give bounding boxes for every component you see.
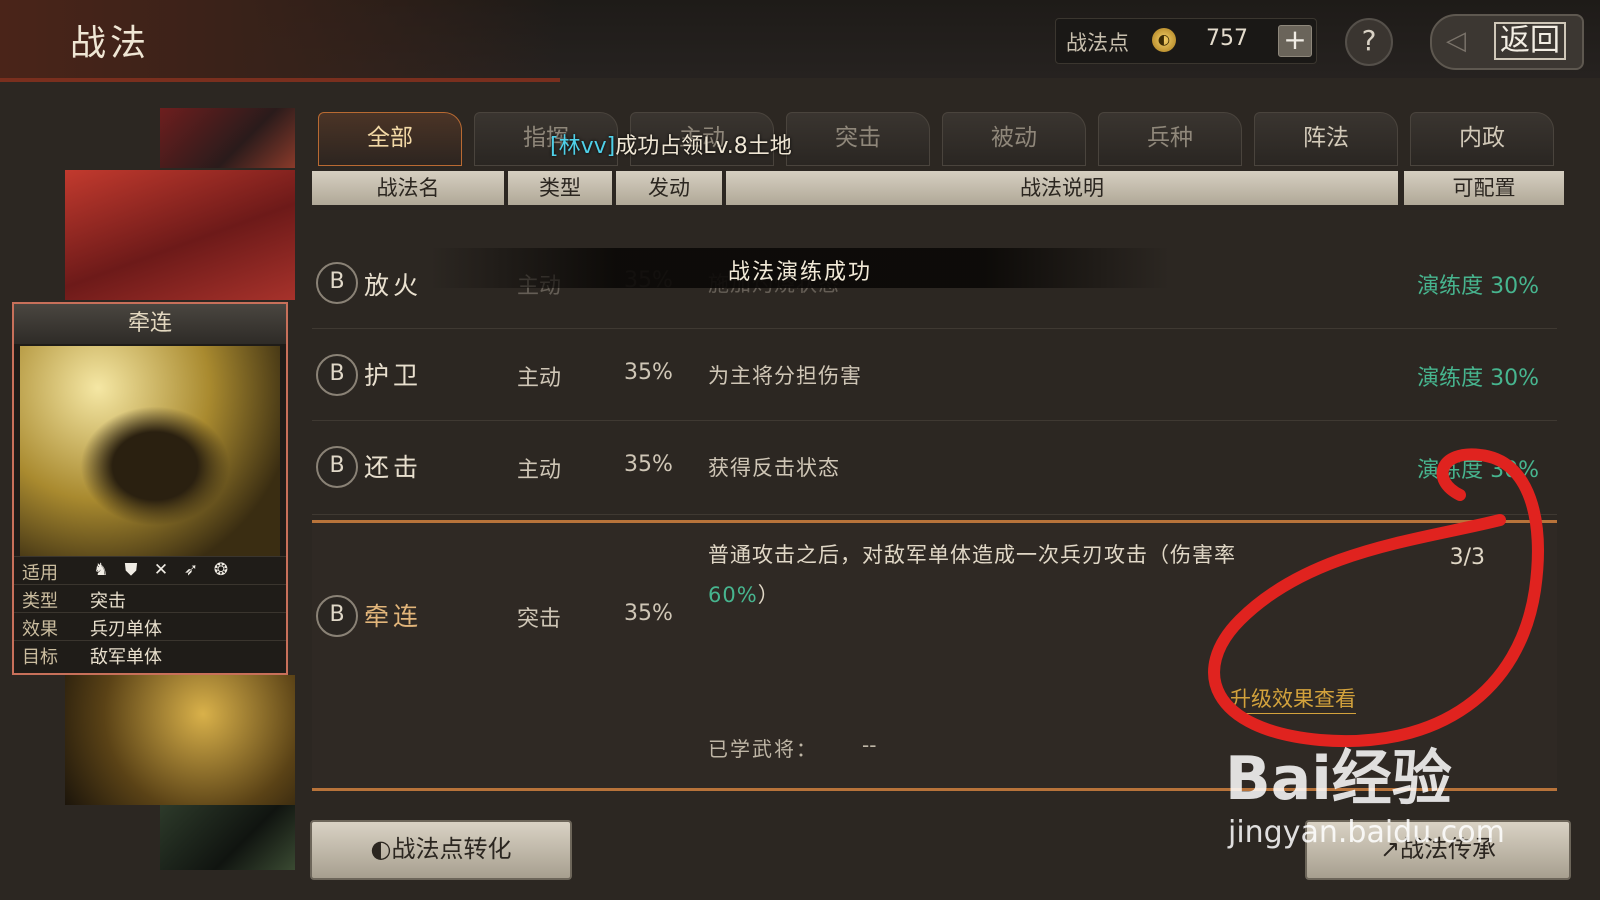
column-header-type[interactable]: 类型 bbox=[508, 171, 612, 205]
top-bar: 战法 战法点 ◐ 757 + ? ◁ 返回 bbox=[0, 0, 1600, 82]
card-key: 适用 bbox=[22, 563, 58, 584]
training-progress: 演练度 30% bbox=[1417, 366, 1539, 391]
card-row-type: 类型 突击 bbox=[14, 584, 286, 612]
skill-type: 主动 bbox=[517, 458, 562, 483]
skill-type: 主动 bbox=[517, 366, 562, 391]
back-button[interactable]: ◁ 返回 bbox=[1430, 14, 1584, 70]
crossed-spears-icon: ✕ bbox=[153, 560, 169, 580]
card-row-applicable: 适用 ♞ ⛊ ✕ ➶ ❂ bbox=[14, 556, 286, 584]
help-button[interactable]: ? bbox=[1345, 18, 1393, 66]
toast-message: 战法演练成功 bbox=[430, 248, 1170, 288]
card-row-effect: 效果 兵刃单体 bbox=[14, 612, 286, 640]
tactic-points-display: 战法点 ◐ 757 + bbox=[1055, 18, 1317, 64]
description-text: 普通攻击之后，对敌军单体造成一次兵刃攻击（伤害率 bbox=[708, 543, 1236, 567]
tactic-points-label: 战法点 bbox=[1066, 31, 1129, 55]
skill-art-thumbnail[interactable] bbox=[65, 675, 295, 805]
tab-internal[interactable]: 内政 bbox=[1410, 112, 1554, 166]
column-header-trigger[interactable]: 发动 bbox=[616, 171, 722, 205]
cavalry-icon: ♞ bbox=[93, 560, 109, 580]
learned-generals-label: 已学武将： bbox=[708, 737, 818, 761]
notification-player-tag: [林vv] bbox=[550, 134, 616, 159]
grade-badge: B bbox=[316, 262, 358, 304]
watermark-url: jingyan.baidu.com bbox=[1228, 815, 1505, 850]
card-row-target: 目标 敌军单体 bbox=[14, 640, 286, 668]
siege-wheel-icon: ❂ bbox=[213, 560, 229, 580]
column-header-name[interactable]: 战法名 bbox=[312, 171, 504, 205]
grade-badge: B bbox=[316, 446, 358, 488]
selected-skill-card: 牵连 适用 ♞ ⛊ ✕ ➶ ❂ 类型 突击 效果 兵刃单体 目标 敌军单体 bbox=[12, 302, 288, 675]
damage-rate-value: 60% bbox=[708, 583, 758, 607]
tab-assault[interactable]: 突击 bbox=[786, 112, 930, 166]
notification-text: 成功占领Lv.8土地 bbox=[615, 134, 792, 159]
training-progress: 演练度 30% bbox=[1417, 274, 1539, 299]
annotation-circle bbox=[1208, 448, 1544, 748]
tactic-point-icon: ◐ bbox=[370, 835, 392, 863]
table-row[interactable]: B 护卫 主动 35% 为主将分担伤害 演练度 30% bbox=[312, 332, 1557, 421]
description-close: ） bbox=[757, 583, 780, 607]
column-header-configurable[interactable]: 可配置 bbox=[1404, 171, 1564, 205]
skill-art-thumbnail[interactable] bbox=[160, 108, 295, 168]
back-label: 返回 bbox=[1494, 22, 1566, 60]
toast-text: 战法演练成功 bbox=[727, 260, 872, 285]
skill-illustration bbox=[20, 346, 280, 556]
tab-troop[interactable]: 兵种 bbox=[1098, 112, 1242, 166]
watermark-brand: Bai经验 bbox=[1225, 744, 1452, 814]
tab-all[interactable]: 全部 bbox=[318, 112, 462, 166]
skill-description: 获得反击状态 bbox=[708, 456, 840, 480]
skill-type: 突击 bbox=[517, 607, 562, 632]
tab-formation[interactable]: 阵法 bbox=[1254, 112, 1398, 166]
convert-points-button[interactable]: ◐战法点转化 bbox=[310, 820, 572, 880]
convert-label: 战法点转化 bbox=[391, 835, 512, 863]
column-header-description: 战法说明 bbox=[726, 171, 1398, 205]
shield-icon: ⛊ bbox=[124, 560, 138, 580]
card-skill-name: 牵连 bbox=[14, 304, 286, 344]
world-notification: [林vv]成功占领Lv.8土地 bbox=[550, 128, 792, 160]
archer-icon: ➶ bbox=[183, 560, 199, 580]
skill-name: 牵连 bbox=[364, 602, 423, 631]
skill-description: 为主将分担伤害 bbox=[708, 364, 862, 388]
card-value: 兵刃单体 bbox=[90, 619, 162, 640]
skill-name: 放火 bbox=[364, 271, 423, 300]
tab-passive[interactable]: 被动 bbox=[942, 112, 1086, 166]
unit-type-icons: ♞ ⛊ ✕ ➶ ❂ bbox=[90, 559, 240, 581]
card-value: 敌军单体 bbox=[90, 647, 162, 668]
skill-rate: 35% bbox=[624, 452, 673, 477]
tactic-points-value: 757 bbox=[1206, 26, 1248, 51]
grade-badge: B bbox=[316, 595, 358, 637]
skill-rate: 35% bbox=[624, 601, 673, 626]
grade-badge: B bbox=[316, 354, 358, 396]
add-points-button[interactable]: + bbox=[1278, 25, 1312, 57]
skill-art-thumbnail[interactable] bbox=[65, 170, 295, 300]
skill-art-thumbnail[interactable] bbox=[160, 805, 295, 870]
category-tabs: 全部 指挥 主动 突击 被动 兵种 阵法 内政 bbox=[318, 112, 1568, 166]
card-key: 目标 bbox=[22, 647, 58, 668]
learned-generals-value: -- bbox=[862, 733, 877, 757]
skill-name: 护卫 bbox=[364, 361, 423, 390]
skill-rate: 35% bbox=[624, 360, 673, 385]
card-value: 突击 bbox=[90, 591, 126, 612]
skill-name: 还击 bbox=[364, 453, 423, 482]
card-attributes: 适用 ♞ ⛊ ✕ ➶ ❂ 类型 突击 效果 兵刃单体 目标 敌军单体 bbox=[14, 556, 286, 668]
card-key: 效果 bbox=[22, 619, 58, 640]
back-arrow-icon: ◁ bbox=[1446, 26, 1466, 56]
card-key: 类型 bbox=[22, 591, 58, 612]
tactic-point-icon: ◐ bbox=[1152, 28, 1176, 52]
cavalry-illustration bbox=[80, 406, 230, 526]
page-title: 战法 bbox=[70, 23, 151, 64]
